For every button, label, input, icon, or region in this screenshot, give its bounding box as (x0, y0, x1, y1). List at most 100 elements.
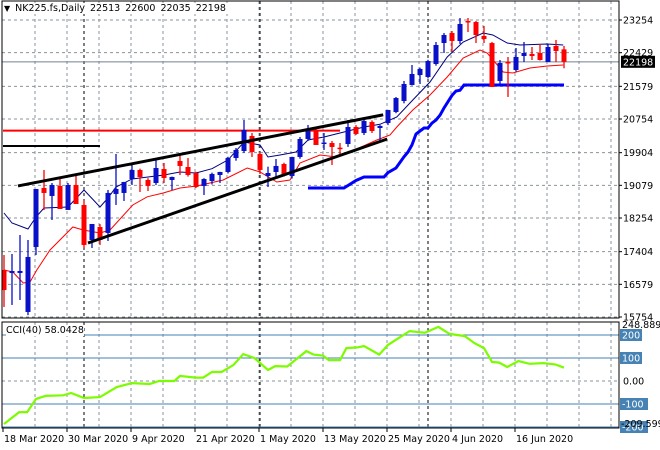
candle-body (297, 138, 303, 157)
candle-body (73, 184, 79, 204)
candle (145, 178, 151, 191)
price-chart[interactable]: 2325422429215792075419904190791825417404… (0, 0, 660, 450)
candle-body (153, 167, 159, 183)
upper-channel-trendline (17, 113, 384, 188)
chart-header: ▼ NK225.fs,Daily 22513 22600 22035 22198 (4, 3, 233, 14)
candle-body (337, 147, 343, 150)
candle-body (497, 63, 503, 81)
y-tick-label: 19079 (623, 181, 653, 192)
candle (169, 176, 175, 190)
candle-body (393, 98, 399, 112)
candle (17, 234, 23, 300)
candle (401, 80, 407, 104)
candle (481, 25, 487, 44)
cci-panel (2, 325, 619, 428)
candle-body (121, 181, 127, 193)
y-tick-label: 16579 (623, 280, 653, 291)
candle (185, 158, 191, 177)
cci-zero-label: 0.00 (623, 377, 644, 388)
candle (65, 182, 71, 210)
candle (265, 166, 271, 187)
candle-body (329, 142, 335, 147)
candle-body (49, 184, 55, 196)
candle-body (81, 204, 87, 245)
candle-body (385, 109, 391, 123)
candle (153, 158, 159, 185)
y-tick-label: 19904 (623, 148, 653, 159)
candle (241, 119, 247, 153)
candle (81, 200, 87, 248)
candle-body (545, 47, 551, 62)
candle (289, 156, 295, 179)
candle-body (537, 52, 543, 60)
x-tick-label: 21 Apr 2020 (196, 434, 255, 445)
candle-body (249, 135, 255, 152)
candle-body (105, 192, 111, 233)
candle-body (265, 172, 271, 176)
candle-body (513, 56, 519, 70)
candle (369, 120, 375, 134)
axes: 2325422429215792075419904190791825417404… (1, 0, 660, 445)
candle-body (185, 166, 191, 175)
y-tick-label: 18254 (623, 214, 653, 225)
open-value: 22513 (90, 3, 121, 14)
candle-body (233, 149, 239, 159)
candle-body (41, 187, 47, 193)
candle-body (321, 142, 327, 145)
candle (161, 162, 167, 183)
candle (321, 132, 327, 150)
candle-body (361, 120, 367, 133)
cci-label: CCI(40) 58.0428 (6, 325, 84, 336)
candle (305, 124, 311, 141)
candle-body (161, 168, 167, 178)
candle-body (113, 188, 119, 194)
candle-body (225, 158, 231, 172)
candle (449, 31, 455, 52)
candle (505, 56, 511, 97)
candle (313, 129, 319, 145)
y-tick-label: 20754 (623, 115, 653, 126)
y-tick-label: 23254 (623, 16, 653, 27)
candle (417, 67, 423, 84)
candle-body (441, 35, 447, 44)
y-tick-label: 21579 (623, 82, 653, 93)
candle (441, 32, 447, 53)
candle (385, 109, 391, 126)
candle-body (369, 121, 375, 131)
cci-value: 58.0428 (44, 325, 84, 336)
candle-body (401, 83, 407, 101)
candle (113, 154, 119, 205)
candle (97, 224, 103, 245)
low-value: 22035 (160, 3, 191, 14)
candle-body (505, 61, 511, 64)
candle (425, 59, 431, 79)
main-panel-frame (1, 0, 620, 319)
triangle-down-icon[interactable]: ▼ (4, 4, 10, 13)
candle-body (417, 68, 423, 76)
candle (73, 174, 79, 204)
candle (257, 152, 263, 174)
candle (249, 133, 255, 157)
candle (513, 47, 519, 72)
x-tick-label: 30 Mar 2020 (68, 434, 128, 445)
candle (409, 64, 415, 86)
high-value: 22600 (125, 3, 156, 14)
candle-body (9, 270, 15, 273)
candle-body (137, 169, 143, 177)
candle (121, 181, 127, 201)
x-tick-label: 25 May 2020 (388, 434, 450, 445)
candle-body (201, 178, 207, 186)
candle (433, 41, 439, 66)
candle-body (449, 32, 455, 41)
x-tick-label: 1 May 2020 (260, 434, 316, 445)
candle (345, 119, 351, 147)
candle-body (89, 223, 95, 240)
candle-body (345, 126, 351, 144)
candle (489, 41, 495, 88)
candle (225, 156, 231, 174)
candle-body (553, 45, 559, 52)
candle (137, 168, 143, 192)
x-tick-label: 16 Jun 2020 (516, 434, 573, 445)
candle (529, 47, 535, 60)
candle (473, 20, 479, 44)
